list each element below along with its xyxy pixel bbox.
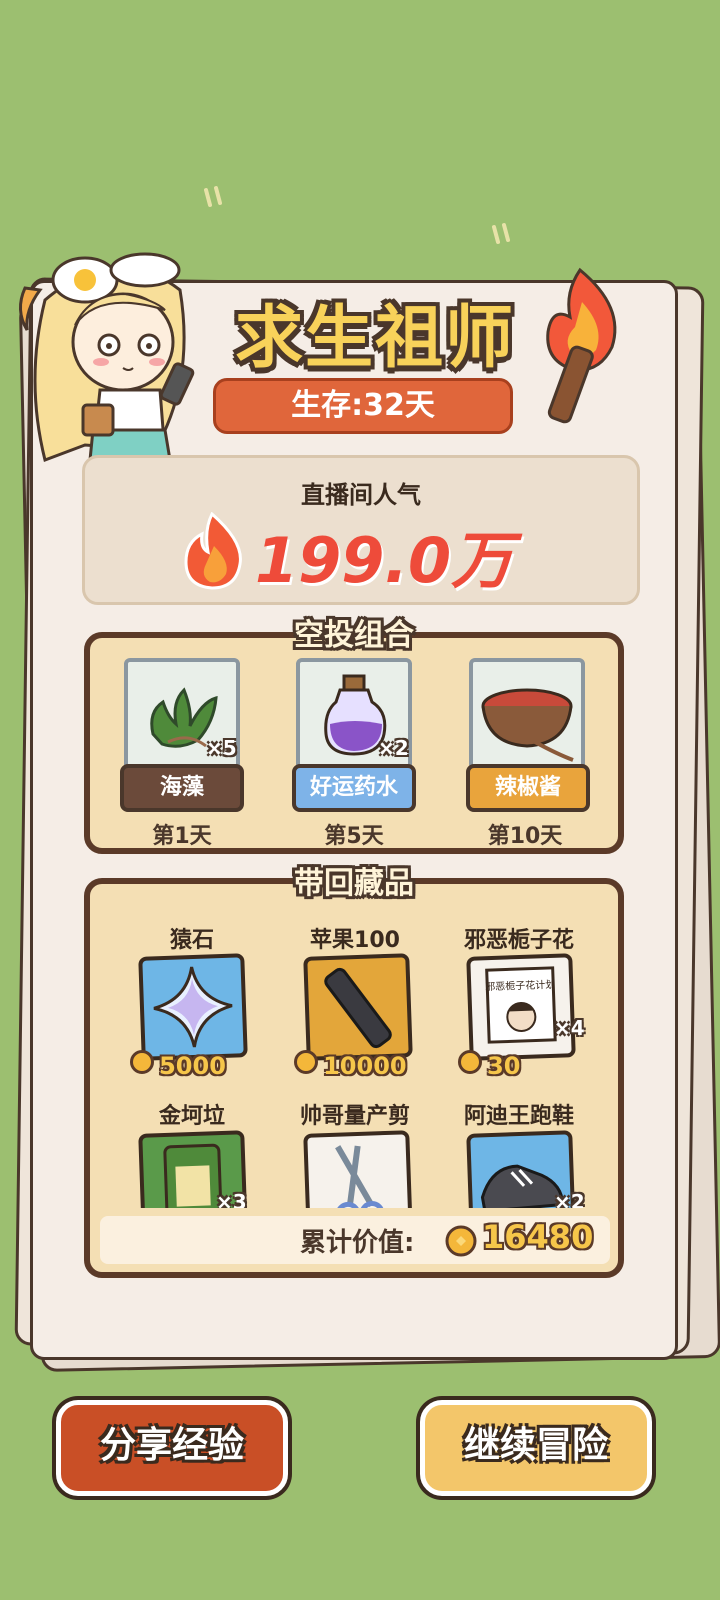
collection-item-name: 阿迪王跑鞋 <box>463 1104 574 1129</box>
airdrop-title: 空投组合 <box>294 618 414 653</box>
airdrop-item-day: 第1天 <box>152 824 212 849</box>
collection-item-price: 5000 <box>159 1052 226 1080</box>
airdrop-item-chili-sauce[interactable] <box>469 658 585 770</box>
collection-item-price: 30 <box>487 1052 521 1080</box>
coin-icon <box>458 1050 482 1074</box>
item-quantity: ×5 <box>206 736 237 760</box>
popularity-label: 直播间人气 <box>301 481 421 509</box>
collection-row-2: 金坷垃 ×3 帅哥量产剪 阿迪王跑鞋 ×2 <box>90 1090 618 1208</box>
collection-item-book[interactable]: 邪恶栀子花计划 <box>466 953 576 1061</box>
item-quantity: ×2 <box>378 736 409 760</box>
price-row: 5000 <box>130 1050 226 1080</box>
collection-item-name: 金坷垃 <box>158 1104 225 1129</box>
airdrop-item-label: 辣椒酱 <box>466 764 590 812</box>
chili-sauce-icon <box>481 688 574 762</box>
collection-item-name: 猿石 <box>169 928 214 953</box>
survival-days-badge: 生存:32天 <box>213 378 513 434</box>
airdrop-item-label: 好运药水 <box>292 764 416 812</box>
collection-item-phone[interactable] <box>303 953 413 1061</box>
coin-icon <box>294 1050 318 1074</box>
decor-marks-icon <box>492 223 510 244</box>
share-experience-button[interactable]: 分享经验 <box>56 1400 288 1496</box>
page-title: 求生祖师 <box>234 299 515 378</box>
flame-icon <box>184 512 242 590</box>
total-value-amount: 16480 <box>482 1218 594 1256</box>
item-quantity: ×3 <box>216 1190 247 1208</box>
coin-icon <box>445 1225 477 1257</box>
item-quantity: ×2 <box>554 1190 585 1208</box>
item-quantity: ×4 <box>554 1016 585 1040</box>
price-row: 10000 <box>294 1050 407 1080</box>
decor-marks-icon <box>204 186 222 207</box>
book-icon: 邪恶栀子花计划 <box>485 966 557 1044</box>
collection-item-scissors[interactable] <box>303 1130 413 1208</box>
star-crystal-icon <box>153 966 233 1048</box>
collection-item-name: 邪恶栀子花 <box>463 928 574 953</box>
airdrop-item-label: 海藻 <box>120 764 244 812</box>
collection-item-price: 10000 <box>323 1052 407 1080</box>
popularity-value: 199.0万 <box>255 524 514 597</box>
continue-adventure-button[interactable]: 继续冒险 <box>420 1400 652 1496</box>
airdrop-item-day: 第5天 <box>324 824 384 849</box>
coin-icon <box>130 1050 154 1074</box>
scissors-icon <box>335 1145 385 1208</box>
collection-item-ape-stone[interactable] <box>138 953 248 1061</box>
price-row: 30 <box>458 1050 521 1080</box>
collection-title: 带回藏品 <box>294 866 414 901</box>
phone-icon <box>324 967 392 1049</box>
total-value-label: 累计价值: <box>300 1228 415 1258</box>
airdrop-item-day: 第10天 <box>487 824 563 849</box>
collection-item-name: 苹果100 <box>310 928 400 953</box>
collection-item-name: 帅哥量产剪 <box>299 1104 410 1129</box>
